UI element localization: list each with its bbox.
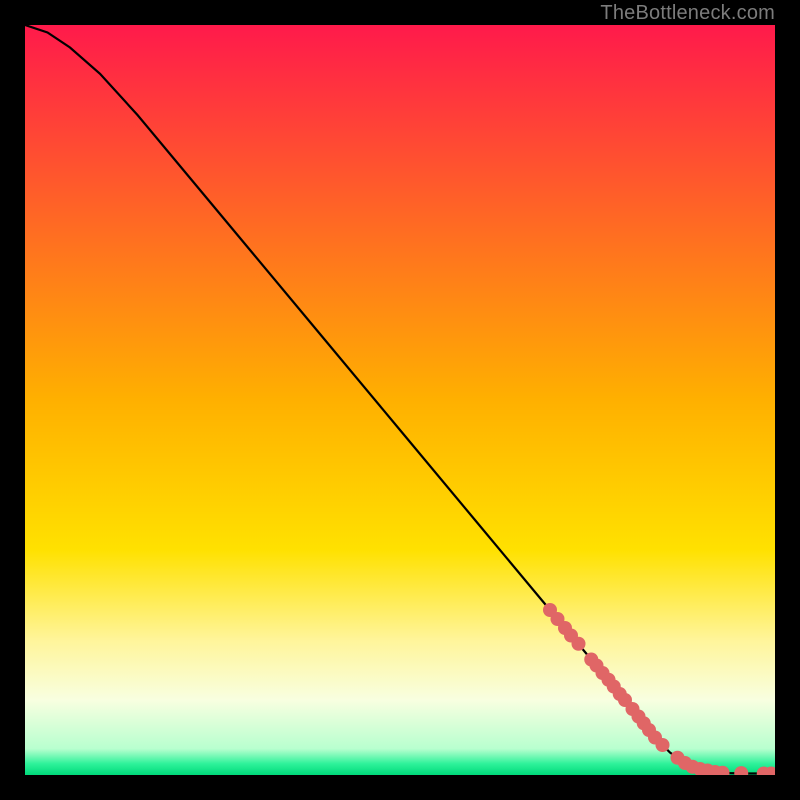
data-point [656, 738, 670, 752]
chart-background [25, 25, 775, 775]
bottleneck-chart [25, 25, 775, 775]
watermark-text: TheBottleneck.com [600, 2, 775, 25]
data-point [572, 637, 586, 651]
